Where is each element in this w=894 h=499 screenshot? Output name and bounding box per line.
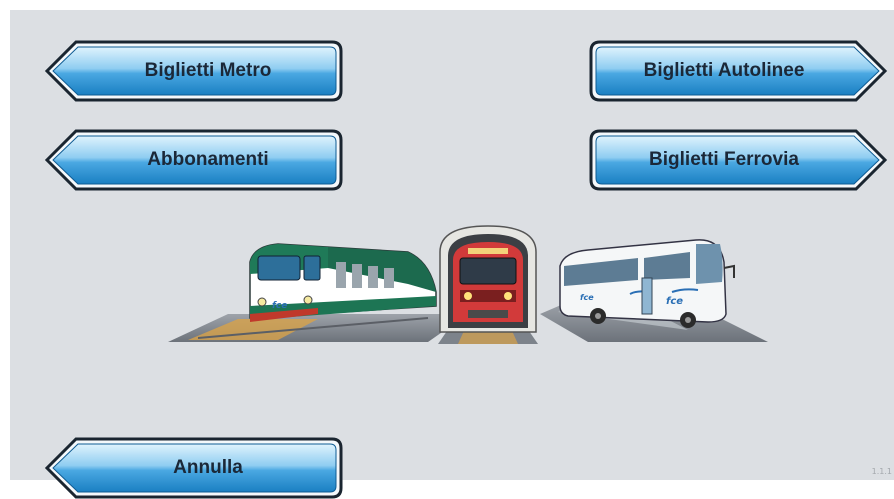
biglietti-autolinee-label: Biglietti Autolinee [643, 60, 805, 81]
annulla-label: Annulla [173, 457, 243, 478]
version-text: 1.1.1 [871, 467, 892, 476]
bus-icon: fce fce [540, 239, 768, 342]
train-icon: fce [168, 243, 468, 342]
abbonamenti-label: Abbonamenti [147, 149, 269, 170]
bus-logo-text-1: fce [580, 293, 594, 302]
biglietti-metro-button[interactable]: Biglietti Metro [44, 40, 344, 102]
metro-icon [438, 225, 538, 344]
biglietti-ferrovia-label: Biglietti Ferrovia [649, 149, 799, 170]
abbonamenti-button[interactable]: Abbonamenti [44, 129, 344, 191]
transport-illustration: fce fce fce [168, 225, 768, 344]
annulla-button[interactable]: Annulla [44, 437, 344, 499]
bus-logo-text-2: fce [666, 296, 683, 307]
biglietti-ferrovia-button[interactable]: Biglietti Ferrovia [588, 129, 888, 191]
kiosk-screen: Biglietti Metro Abbonamenti Biglietti Au… [10, 10, 894, 499]
train-logo-text: fce [272, 301, 287, 311]
biglietti-metro-label: Biglietti Metro [144, 60, 272, 81]
biglietti-autolinee-button[interactable]: Biglietti Autolinee [588, 40, 888, 102]
